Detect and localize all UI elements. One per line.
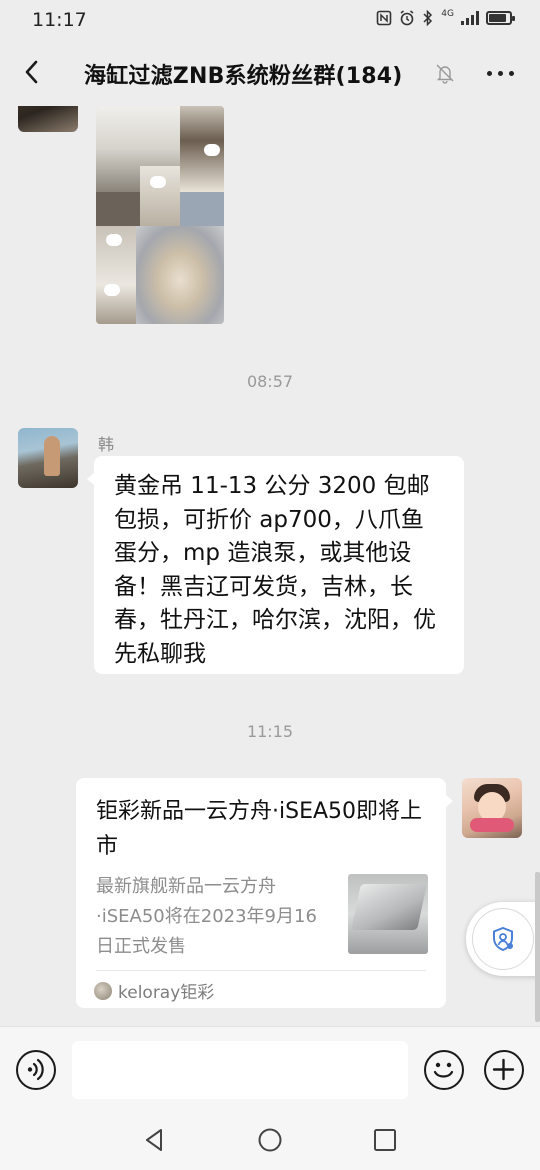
avatar[interactable] <box>18 106 78 132</box>
nav-home-circle-icon <box>258 1128 282 1152</box>
status-time: 11:17 <box>32 9 87 31</box>
status-bar: 11:17 4G <box>0 0 540 40</box>
collage-tile <box>106 234 122 246</box>
avatar[interactable] <box>462 778 522 838</box>
avatar-hands <box>470 818 514 832</box>
nav-home-button[interactable] <box>256 1126 284 1154</box>
card-source: keloray钜彩 <box>94 978 214 1003</box>
scrollbar[interactable] <box>535 872 540 1022</box>
voice-icon <box>27 1058 44 1081</box>
signal-icon <box>461 11 479 25</box>
back-button[interactable] <box>14 52 54 92</box>
shield-ring <box>472 908 534 970</box>
more-button[interactable] <box>480 58 520 88</box>
timestamp: 08:57 <box>246 372 294 391</box>
input-bar <box>0 1026 540 1108</box>
card-description: 最新旗舰新品一云方舟·iSEA50将在2023年9月16日正式发售 <box>96 876 317 957</box>
network-type: 4G <box>441 9 454 19</box>
collage-tile <box>180 192 224 226</box>
voice-button[interactable] <box>16 1050 56 1090</box>
divider <box>96 970 426 971</box>
card-thumbnail <box>348 874 428 954</box>
bell-muted-icon <box>434 62 456 84</box>
floating-security-button[interactable] <box>466 902 540 976</box>
timestamp: 11:15 <box>246 722 294 741</box>
chevron-left-icon <box>25 60 38 84</box>
plus-button[interactable] <box>484 1050 524 1090</box>
shield-icon <box>493 926 513 952</box>
alarm-icon <box>400 10 414 26</box>
avatar-figure <box>44 436 60 476</box>
status-icons: 4G <box>376 9 515 26</box>
image-message[interactable] <box>96 106 224 324</box>
collage-tile <box>96 192 140 226</box>
more-dot <box>508 70 514 76</box>
nfc-icon <box>376 10 392 26</box>
card-title: 钜彩新品一云方舟·iSEA50即将上市 <box>96 799 423 859</box>
chat-area[interactable]: 08:57 韩 黄金吊 11-13 公分 3200 包邮包损，可折价 ap700… <box>0 106 540 1026</box>
emoji-icon <box>433 1062 454 1078</box>
aquarium-image <box>351 884 427 930</box>
nav-recents-square-icon <box>374 1129 396 1151</box>
plus-icon <box>492 1058 515 1081</box>
collage-tile <box>204 144 220 156</box>
header-bar: 海缸过滤ZNB系统粉丝群(184) <box>0 40 540 106</box>
nav-back-triangle-icon <box>146 1129 162 1151</box>
link-card[interactable]: 钜彩新品一云方舟·iSEA50即将上市 最新旗舰新品一云方舟·iSEA50将在2… <box>76 778 453 1008</box>
sender-name: 韩 <box>98 435 115 454</box>
emoji-button[interactable] <box>424 1050 464 1090</box>
collage-tile <box>136 226 224 324</box>
battery-level <box>489 14 506 22</box>
more-dot <box>497 70 503 76</box>
collage-tile <box>140 166 180 226</box>
bluetooth-icon <box>423 10 433 26</box>
nav-recents-button[interactable] <box>371 1126 399 1154</box>
source-logo-icon <box>94 981 112 1000</box>
nav-back-button[interactable] <box>141 1126 169 1154</box>
collage-tile <box>150 176 166 188</box>
collage-tile <box>104 284 120 296</box>
more-dot <box>486 70 492 76</box>
chat-title: 海缸过滤ZNB系统粉丝群(184) <box>84 64 403 89</box>
avatar[interactable] <box>18 428 78 488</box>
source-name: keloray钜彩 <box>118 983 215 1003</box>
system-nav-bar <box>0 1108 540 1170</box>
battery-icon <box>486 11 515 25</box>
text-message[interactable]: 黄金吊 11-13 公分 3200 包邮包损，可折价 ap700，八爪鱼蛋分，m… <box>87 456 464 674</box>
message-input[interactable] <box>72 1041 408 1099</box>
